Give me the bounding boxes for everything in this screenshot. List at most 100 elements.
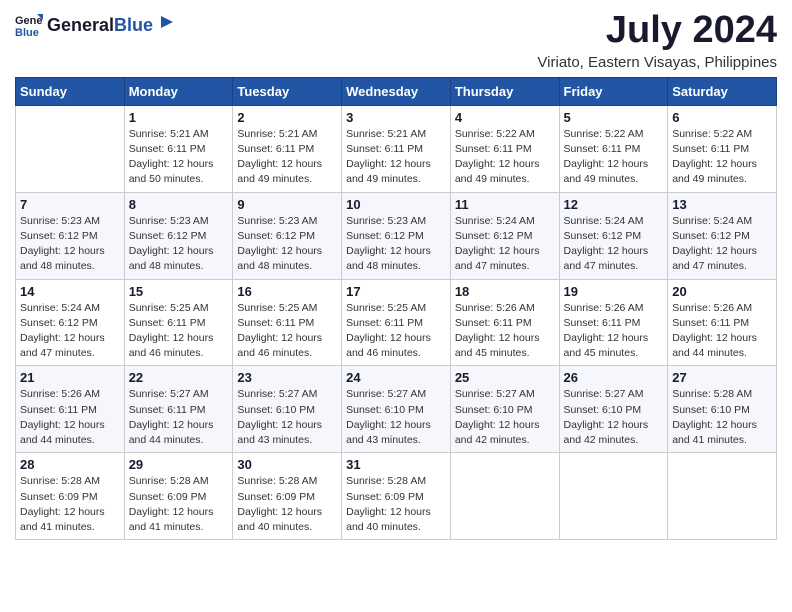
location-text: Viriato, Eastern Visayas, Philippines bbox=[537, 54, 777, 71]
day-number: 11 bbox=[455, 197, 555, 212]
day-number: 27 bbox=[672, 370, 772, 385]
logo-icon: General Blue bbox=[15, 10, 43, 38]
day-number: 24 bbox=[346, 370, 446, 385]
svg-text:General: General bbox=[15, 15, 43, 27]
day-info: Sunrise: 5:25 AM Sunset: 6:11 PM Dayligh… bbox=[346, 301, 446, 362]
day-number: 18 bbox=[455, 284, 555, 299]
day-number: 15 bbox=[129, 284, 229, 299]
logo-general-text: General bbox=[47, 16, 114, 36]
day-number: 3 bbox=[346, 110, 446, 125]
day-info: Sunrise: 5:22 AM Sunset: 6:11 PM Dayligh… bbox=[672, 127, 772, 188]
calendar-cell: 21Sunrise: 5:26 AM Sunset: 6:11 PM Dayli… bbox=[16, 366, 125, 453]
day-info: Sunrise: 5:28 AM Sunset: 6:09 PM Dayligh… bbox=[237, 474, 337, 535]
calendar-cell: 6 Sunrise: 5:22 AM Sunset: 6:11 PM Daylig… bbox=[668, 105, 777, 192]
day-info: Sunrise: 5:25 AM Sunset: 6:11 PM Dayligh… bbox=[237, 301, 337, 362]
day-of-week-header: Tuesday bbox=[233, 77, 342, 105]
day-number: 19 bbox=[564, 284, 664, 299]
calendar-cell bbox=[450, 453, 559, 540]
day-info: Sunrise: 5:23 AM Sunset: 6:12 PM Dayligh… bbox=[129, 214, 229, 275]
day-number: 12 bbox=[564, 197, 664, 212]
day-info: Sunrise: 5:24 AM Sunset: 6:12 PM Dayligh… bbox=[20, 301, 120, 362]
page-header: General Blue GeneralBlue July 2024 Viria… bbox=[15, 10, 777, 71]
day-of-week-header: Thursday bbox=[450, 77, 559, 105]
day-of-week-header: Sunday bbox=[16, 77, 125, 105]
calendar-week-row: 28 Sunrise: 5:28 AM Sunset: 6:09 PM Dayli… bbox=[16, 453, 777, 540]
day-number: 29 bbox=[129, 457, 229, 472]
day-info: Sunrise: 5:23 AM Sunset: 6:12 PM Dayligh… bbox=[20, 214, 120, 275]
day-number: 30 bbox=[237, 457, 337, 472]
day-number: 7 bbox=[20, 197, 120, 212]
logo-blue-text: Blue bbox=[114, 16, 153, 36]
calendar-cell: 27 Sunrise: 5:28 AM Sunset: 6:10 PM Dayli… bbox=[668, 366, 777, 453]
day-number: 16 bbox=[237, 284, 337, 299]
logo-arrow-icon bbox=[155, 13, 173, 31]
day-number: 26 bbox=[564, 370, 664, 385]
day-info: Sunrise: 5:27 AM Sunset: 6:10 PM Dayligh… bbox=[346, 387, 446, 448]
day-info: Sunrise: 5:27 AM Sunset: 6:11 PM Dayligh… bbox=[129, 387, 229, 448]
day-info: Sunrise: 5:22 AM Sunset: 6:11 PM Dayligh… bbox=[564, 127, 664, 188]
day-number: 9 bbox=[237, 197, 337, 212]
calendar-cell: 10 Sunrise: 5:23 AM Sunset: 6:12 PM Dayli… bbox=[342, 192, 451, 279]
day-number: 25 bbox=[455, 370, 555, 385]
day-number: 14 bbox=[20, 284, 120, 299]
day-number: 31 bbox=[346, 457, 446, 472]
day-number: 13 bbox=[672, 197, 772, 212]
calendar-cell: 11Sunrise: 5:24 AM Sunset: 6:12 PM Dayli… bbox=[450, 192, 559, 279]
calendar-header-row: SundayMondayTuesdayWednesdayThursdayFrid… bbox=[16, 77, 777, 105]
day-info: Sunrise: 5:28 AM Sunset: 6:10 PM Dayligh… bbox=[672, 387, 772, 448]
day-info: Sunrise: 5:26 AM Sunset: 6:11 PM Dayligh… bbox=[20, 387, 120, 448]
day-info: Sunrise: 5:28 AM Sunset: 6:09 PM Dayligh… bbox=[129, 474, 229, 535]
calendar-cell: 24 Sunrise: 5:27 AM Sunset: 6:10 PM Dayli… bbox=[342, 366, 451, 453]
calendar-cell: 1 Sunrise: 5:21 AM Sunset: 6:11 PM Daylig… bbox=[124, 105, 233, 192]
calendar-cell: 3 Sunrise: 5:21 AM Sunset: 6:11 PM Daylig… bbox=[342, 105, 451, 192]
day-number: 4 bbox=[455, 110, 555, 125]
day-number: 5 bbox=[564, 110, 664, 125]
day-info: Sunrise: 5:23 AM Sunset: 6:12 PM Dayligh… bbox=[237, 214, 337, 275]
calendar-cell: 30 Sunrise: 5:28 AM Sunset: 6:09 PM Dayli… bbox=[233, 453, 342, 540]
day-info: Sunrise: 5:23 AM Sunset: 6:12 PM Dayligh… bbox=[346, 214, 446, 275]
calendar-cell: 15 Sunrise: 5:25 AM Sunset: 6:11 PM Dayli… bbox=[124, 279, 233, 366]
calendar-week-row: 14 Sunrise: 5:24 AM Sunset: 6:12 PM Dayli… bbox=[16, 279, 777, 366]
day-info: Sunrise: 5:28 AM Sunset: 6:09 PM Dayligh… bbox=[20, 474, 120, 535]
day-info: Sunrise: 5:24 AM Sunset: 6:12 PM Dayligh… bbox=[564, 214, 664, 275]
calendar-cell bbox=[16, 105, 125, 192]
day-number: 10 bbox=[346, 197, 446, 212]
calendar-cell: 13Sunrise: 5:24 AM Sunset: 6:12 PM Dayli… bbox=[668, 192, 777, 279]
svg-text:Blue: Blue bbox=[15, 27, 39, 38]
day-info: Sunrise: 5:26 AM Sunset: 6:11 PM Dayligh… bbox=[564, 301, 664, 362]
day-info: Sunrise: 5:27 AM Sunset: 6:10 PM Dayligh… bbox=[455, 387, 555, 448]
day-info: Sunrise: 5:22 AM Sunset: 6:11 PM Dayligh… bbox=[455, 127, 555, 188]
calendar-week-row: 7 Sunrise: 5:23 AM Sunset: 6:12 PM Daylig… bbox=[16, 192, 777, 279]
day-number: 1 bbox=[129, 110, 229, 125]
calendar-cell: 19 Sunrise: 5:26 AM Sunset: 6:11 PM Dayli… bbox=[559, 279, 668, 366]
calendar-cell: 28 Sunrise: 5:28 AM Sunset: 6:09 PM Dayli… bbox=[16, 453, 125, 540]
calendar-cell: 29 Sunrise: 5:28 AM Sunset: 6:09 PM Dayli… bbox=[124, 453, 233, 540]
day-number: 17 bbox=[346, 284, 446, 299]
calendar-week-row: 21Sunrise: 5:26 AM Sunset: 6:11 PM Dayli… bbox=[16, 366, 777, 453]
day-info: Sunrise: 5:27 AM Sunset: 6:10 PM Dayligh… bbox=[564, 387, 664, 448]
calendar-cell: 16 Sunrise: 5:25 AM Sunset: 6:11 PM Dayli… bbox=[233, 279, 342, 366]
day-number: 23 bbox=[237, 370, 337, 385]
day-info: Sunrise: 5:21 AM Sunset: 6:11 PM Dayligh… bbox=[346, 127, 446, 188]
day-of-week-header: Wednesday bbox=[342, 77, 451, 105]
calendar-table: SundayMondayTuesdayWednesdayThursdayFrid… bbox=[15, 77, 777, 540]
day-info: Sunrise: 5:28 AM Sunset: 6:09 PM Dayligh… bbox=[346, 474, 446, 535]
day-of-week-header: Friday bbox=[559, 77, 668, 105]
calendar-cell: 17 Sunrise: 5:25 AM Sunset: 6:11 PM Dayli… bbox=[342, 279, 451, 366]
calendar-cell bbox=[559, 453, 668, 540]
calendar-cell: 12 Sunrise: 5:24 AM Sunset: 6:12 PM Dayli… bbox=[559, 192, 668, 279]
day-number: 6 bbox=[672, 110, 772, 125]
day-info: Sunrise: 5:25 AM Sunset: 6:11 PM Dayligh… bbox=[129, 301, 229, 362]
day-info: Sunrise: 5:21 AM Sunset: 6:11 PM Dayligh… bbox=[237, 127, 337, 188]
day-of-week-header: Monday bbox=[124, 77, 233, 105]
calendar-cell: 2Sunrise: 5:21 AM Sunset: 6:11 PM Daylig… bbox=[233, 105, 342, 192]
day-info: Sunrise: 5:21 AM Sunset: 6:11 PM Dayligh… bbox=[129, 127, 229, 188]
calendar-cell: 9 Sunrise: 5:23 AM Sunset: 6:12 PM Daylig… bbox=[233, 192, 342, 279]
day-number: 28 bbox=[20, 457, 120, 472]
day-of-week-header: Saturday bbox=[668, 77, 777, 105]
calendar-cell: 20Sunrise: 5:26 AM Sunset: 6:11 PM Dayli… bbox=[668, 279, 777, 366]
calendar-cell bbox=[668, 453, 777, 540]
day-info: Sunrise: 5:27 AM Sunset: 6:10 PM Dayligh… bbox=[237, 387, 337, 448]
calendar-cell: 26 Sunrise: 5:27 AM Sunset: 6:10 PM Dayli… bbox=[559, 366, 668, 453]
calendar-cell: 23 Sunrise: 5:27 AM Sunset: 6:10 PM Dayli… bbox=[233, 366, 342, 453]
